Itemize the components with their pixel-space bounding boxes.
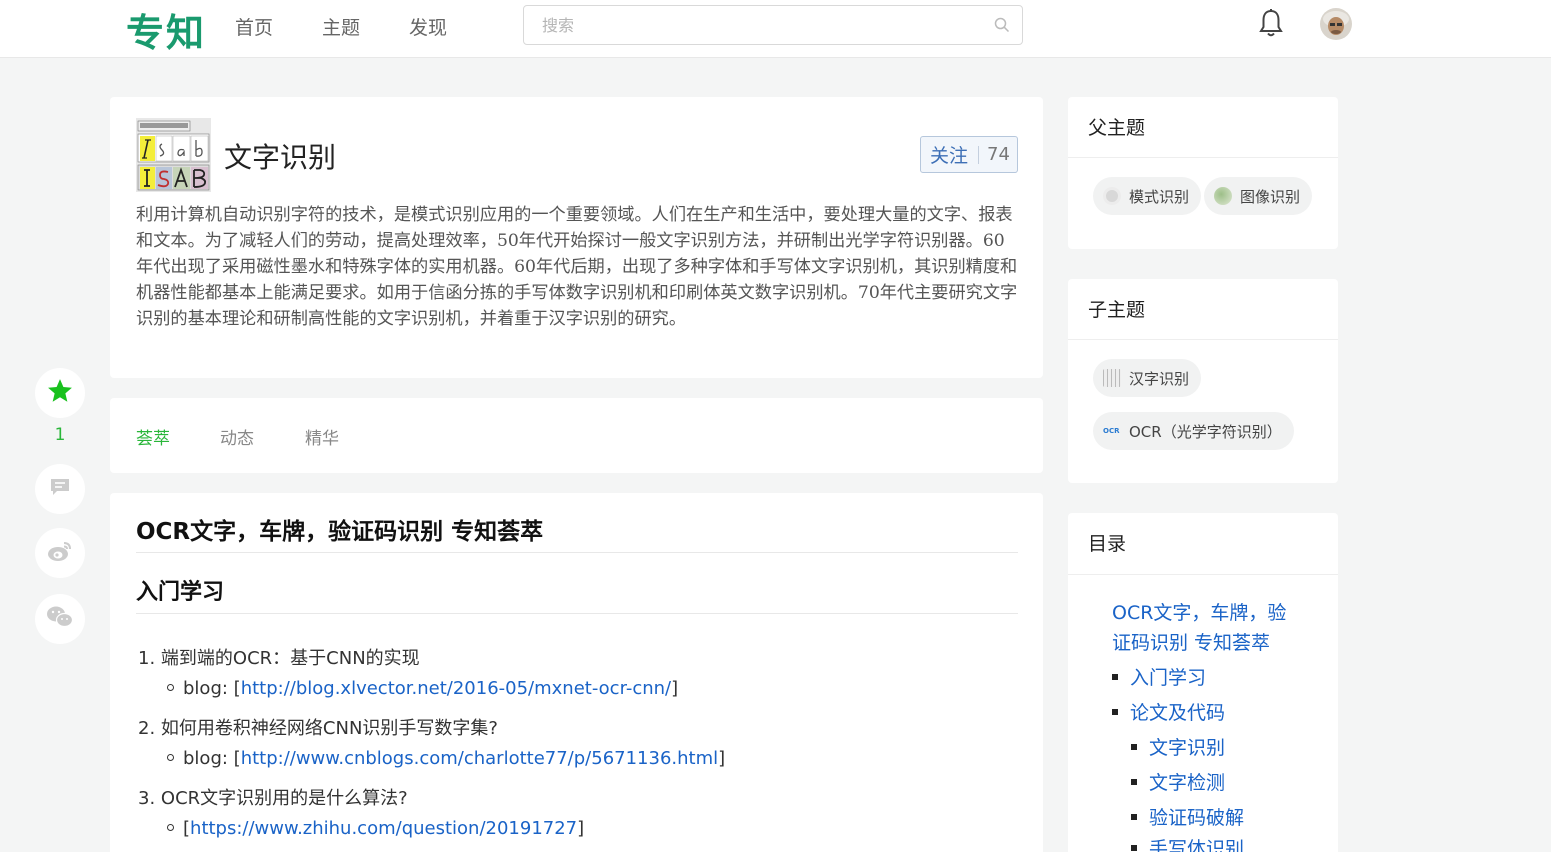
bullet-icon <box>167 753 174 761</box>
search-box <box>523 5 1023 45</box>
bullet-icon <box>167 823 174 831</box>
topic-chip-pattern-recognition[interactable]: 模式识别 <box>1093 177 1202 215</box>
toc-label: 验证码破解 <box>1149 807 1245 829</box>
sub-suffix: ] <box>718 748 726 769</box>
blog-link[interactable]: http://www.cnblogs.com/charlotte77/p/567… <box>241 748 718 769</box>
toc-subitem[interactable]: 手写体识别 <box>1131 838 1244 852</box>
tab-featured[interactable]: 精华 <box>305 424 339 449</box>
toc-label: 入门学习 <box>1130 667 1207 689</box>
comment-button[interactable] <box>35 464 85 514</box>
toc-item[interactable]: 论文及代码 <box>1112 698 1225 725</box>
toc-link-main[interactable]: OCR文字，车牌，验 <box>1112 598 1286 625</box>
bullet-icon <box>1112 673 1118 680</box>
list-number: 3. <box>138 788 156 809</box>
star-count: 1 <box>54 425 66 445</box>
chip-label: 汉字识别 <box>1129 369 1190 388</box>
divider <box>1068 157 1338 158</box>
toc-label: 论文及代码 <box>1130 702 1226 724</box>
bullet-icon <box>1131 813 1137 820</box>
topic-chip-ocr[interactable]: OCR OCR（光学字符识别） <box>1093 412 1294 450</box>
list-text: OCR文字识别用的是什么算法? <box>160 788 408 809</box>
toc-subitem[interactable]: 文字检测 <box>1131 768 1225 795</box>
divider <box>1068 574 1338 575</box>
follow-label: 关注 <box>930 145 969 167</box>
bullet-icon <box>1131 844 1137 851</box>
ocr-logo-icon: OCR <box>1103 427 1120 435</box>
topic-title: 文字识别 <box>224 141 337 174</box>
weibo-icon <box>47 540 73 566</box>
list-subitem: [https://www.zhihu.com/question/20191727… <box>167 818 584 839</box>
avatar[interactable] <box>1320 8 1352 40</box>
list-item: 3. OCR文字识别用的是什么算法? <box>138 784 408 810</box>
toc-label: 文字检测 <box>1149 772 1226 794</box>
topic-image <box>136 118 211 192</box>
toc-link-main-cont[interactable]: 证码识别 专知荟萃 <box>1112 628 1270 655</box>
topic-thumb-icon <box>1214 187 1232 205</box>
section-heading: 入门学习 <box>136 580 225 605</box>
tab-digest[interactable]: 荟萃 <box>136 424 170 449</box>
sub-suffix: ] <box>671 678 679 699</box>
zhihu-link[interactable]: https://www.zhihu.com/question/20191727 <box>190 818 577 839</box>
bullet-icon <box>1131 743 1137 750</box>
star-icon <box>46 377 74 409</box>
follow-button[interactable]: 关注 74 <box>920 136 1018 173</box>
wechat-icon <box>46 605 74 633</box>
list-number: 1. <box>138 648 156 669</box>
bullet-icon <box>1112 708 1118 715</box>
list-item: 1. 端到端的OCR：基于CNN的实现 <box>138 644 420 670</box>
toc-subitem[interactable]: 验证码破解 <box>1131 803 1244 830</box>
sub-prefix: blog: [ <box>183 748 241 769</box>
toc-label: 文字识别 <box>1149 737 1226 759</box>
topic-chip-chinese-char[interactable]: 汉字识别 <box>1093 359 1202 397</box>
nav-home[interactable]: 首页 <box>235 13 273 40</box>
list-subitem: blog: [http://blog.xlvector.net/2016-05/… <box>167 678 678 699</box>
sub-prefix: [ <box>183 818 191 839</box>
sub-suffix: ] <box>577 818 585 839</box>
star-button[interactable] <box>35 368 85 418</box>
weibo-share-button[interactable] <box>35 528 85 578</box>
nav-discover[interactable]: 发现 <box>409 13 447 40</box>
nav-topics[interactable]: 主题 <box>322 13 360 40</box>
divider <box>136 613 1018 614</box>
list-text: 端到端的OCR：基于CNN的实现 <box>160 648 420 669</box>
article-title: OCR文字，车牌，验证码识别 专知荟萃 <box>136 519 544 545</box>
wechat-share-button[interactable] <box>35 594 85 644</box>
toc-title: 目录 <box>1088 533 1127 555</box>
comment-icon <box>49 477 71 501</box>
follow-count: 74 <box>987 144 1010 165</box>
blog-link[interactable]: http://blog.xlvector.net/2016-05/mxnet-o… <box>241 678 671 699</box>
search-input[interactable] <box>524 6 964 44</box>
bullet-icon <box>1131 778 1137 785</box>
top-header: 专知 首页 主题 发现 <box>0 0 1551 58</box>
list-item: 2. 如何用卷积神经网络CNN识别手写数字集? <box>138 714 498 740</box>
chip-label: OCR（光学字符识别） <box>1129 422 1282 441</box>
divider <box>978 145 980 164</box>
topic-thumb-icon <box>1103 369 1121 387</box>
chip-label: 图像识别 <box>1240 187 1301 206</box>
tab-activity[interactable]: 动态 <box>220 424 254 449</box>
toc-label: 手写体识别 <box>1149 838 1245 852</box>
topic-thumb-icon <box>1103 187 1121 205</box>
toc-subitem[interactable]: 文字识别 <box>1131 733 1225 760</box>
parent-topics-title: 父主题 <box>1088 117 1146 139</box>
child-topics-title: 子主题 <box>1088 299 1146 321</box>
divider <box>136 552 1018 553</box>
toc-item[interactable]: 入门学习 <box>1112 663 1206 690</box>
list-subitem: blog: [http://www.cnblogs.com/charlotte7… <box>167 748 725 769</box>
topic-description: 利用计算机自动识别字符的技术，是模式识别应用的一个重要领域。人们在生产和生活中，… <box>136 205 1018 329</box>
bell-icon[interactable] <box>1258 8 1284 42</box>
bullet-icon <box>167 683 174 691</box>
divider <box>1068 339 1338 340</box>
list-number: 2. <box>138 718 156 739</box>
sub-prefix: blog: [ <box>183 678 241 699</box>
chip-label: 模式识别 <box>1129 187 1190 206</box>
search-icon[interactable] <box>994 17 1010 37</box>
topic-chip-image-recognition[interactable]: 图像识别 <box>1204 177 1313 215</box>
list-text: 如何用卷积神经网络CNN识别手写数字集? <box>160 718 498 739</box>
site-logo[interactable]: 专知 <box>126 2 206 57</box>
